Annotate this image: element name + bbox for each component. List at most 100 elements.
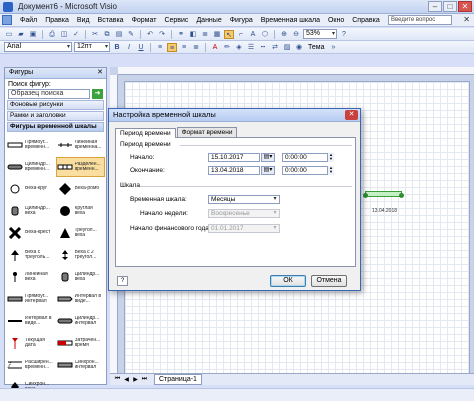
shape-item[interactable]: Расширен... временн...: [7, 356, 55, 374]
new-icon[interactable]: ▭: [4, 30, 14, 39]
save-icon[interactable]: ▣: [28, 30, 38, 39]
help-icon[interactable]: ?: [339, 30, 349, 39]
tab-time-period[interactable]: Период времени: [115, 128, 176, 138]
shape-item[interactable]: Веха с треуголь...: [7, 246, 55, 264]
menu-help[interactable]: Справка: [348, 17, 383, 24]
line-pattern-icon[interactable]: ┅: [258, 43, 268, 52]
shape-item[interactable]: Цилиндр... интервал: [57, 312, 105, 330]
undo-icon[interactable]: ↶: [145, 30, 155, 39]
toolbar-options-icon[interactable]: »: [328, 43, 338, 52]
fill-color-icon[interactable]: ◈: [234, 43, 244, 52]
italic-icon[interactable]: I: [124, 43, 134, 52]
search-go-icon[interactable]: ➜: [92, 89, 103, 99]
last-page-icon[interactable]: ⏭: [141, 376, 148, 383]
line-ends-icon[interactable]: ⇄: [270, 43, 280, 52]
shape-item[interactable]: Треугол... веха: [57, 224, 105, 242]
align-center-icon[interactable]: ≡: [167, 42, 177, 52]
shape-item[interactable]: Линейная временна...: [57, 136, 105, 154]
maximize-button[interactable]: □: [443, 1, 457, 12]
align-right-icon[interactable]: ≡: [179, 43, 189, 52]
shape-item[interactable]: Цилиндр... веха: [57, 268, 105, 286]
end-calendar-icon[interactable]: ▤▾: [261, 166, 275, 175]
stencil-timeline-shapes[interactable]: Фигуры временной шкалы: [7, 122, 104, 132]
cut-icon[interactable]: ✂: [90, 30, 100, 39]
shape-item[interactable]: Прямоуг... временн...: [7, 136, 55, 154]
first-page-icon[interactable]: ⏮: [114, 376, 121, 383]
timeline-shape[interactable]: [363, 191, 404, 198]
data-icon[interactable]: ▦: [212, 30, 222, 39]
timescale-select[interactable]: Месяцы ▾: [208, 195, 280, 204]
shape-item-selected[interactable]: Разделен... временн...: [55, 157, 105, 177]
text-tool-icon[interactable]: A: [248, 30, 258, 39]
end-time-spinner-icon[interactable]: ▲ ▼: [327, 166, 334, 175]
shape-item[interactable]: Цилиндр... веха: [7, 202, 55, 220]
close-document-icon[interactable]: ✕: [463, 15, 470, 25]
shape-item[interactable]: Веха-круг: [7, 180, 55, 198]
page-tab[interactable]: Страница-1: [154, 374, 202, 385]
font-color-icon[interactable]: A: [210, 43, 220, 52]
menu-tools[interactable]: Сервис: [160, 17, 192, 24]
cancel-button[interactable]: Отмена: [311, 275, 347, 287]
shadow-icon[interactable]: ▨: [282, 43, 292, 52]
zoom-in-icon[interactable]: ⊕: [279, 30, 289, 39]
connector-icon[interactable]: ⌐: [236, 30, 246, 39]
shape-item[interactable]: Интервал в виде...: [7, 312, 55, 330]
shape-item[interactable]: Веха с 2 треугол...: [57, 246, 105, 264]
layers-icon[interactable]: ≣: [200, 30, 210, 39]
close-panel-icon[interactable]: ✕: [97, 68, 103, 78]
menu-data[interactable]: Данные: [192, 17, 225, 24]
shapes-window-icon[interactable]: ◧: [188, 30, 198, 39]
stencil-backgrounds[interactable]: Фоновые рисунки: [7, 100, 104, 110]
ok-button[interactable]: ОК: [270, 275, 306, 287]
copy-icon[interactable]: ⧉: [102, 30, 112, 39]
line-weight-icon[interactable]: ☰: [246, 43, 256, 52]
shape-item[interactable]: Затрачен... время: [57, 334, 105, 352]
prev-page-icon[interactable]: ◀: [123, 376, 130, 383]
menu-view[interactable]: Вид: [73, 17, 94, 24]
end-date-field[interactable]: 13.04.2018: [208, 166, 260, 175]
drawing-tools-icon[interactable]: ⬡: [260, 30, 270, 39]
shape-item[interactable]: Веха-крест: [7, 224, 55, 242]
dialog-help-icon[interactable]: ?: [117, 276, 128, 286]
shape-item[interactable]: Интервал в виде...: [57, 290, 105, 308]
menu-shape[interactable]: Фигура: [226, 17, 257, 24]
paste-icon[interactable]: ▤: [114, 30, 124, 39]
pointer-tool-icon[interactable]: ↖: [224, 29, 234, 39]
shape-item[interactable]: Цилиндр... временн...: [7, 158, 55, 176]
stencil-borders-titles[interactable]: Рамки и заголовки: [7, 111, 104, 121]
timeline-end-handle[interactable]: [399, 193, 404, 198]
align-left-icon[interactable]: ≡: [155, 43, 165, 52]
open-icon[interactable]: ▰: [16, 30, 26, 39]
shape-item[interactable]: Веха-ромб: [57, 180, 105, 198]
shape-item[interactable]: Текущая дата: [7, 334, 55, 352]
theme-label[interactable]: Тема: [306, 44, 326, 51]
font-size-select[interactable]: 12пт: [74, 42, 110, 52]
shape-item[interactable]: Прямоуг... интервал: [7, 290, 55, 308]
justify-icon[interactable]: ≣: [191, 43, 201, 52]
bold-icon[interactable]: B: [112, 43, 122, 52]
line-color-icon[interactable]: ✏: [222, 43, 232, 52]
shape-search-input[interactable]: Образец поиска: [8, 89, 90, 99]
shape-item[interactable]: Круглая веха: [57, 202, 105, 220]
menu-file[interactable]: Файл: [16, 17, 41, 24]
redo-icon[interactable]: ↷: [157, 30, 167, 39]
tab-time-format[interactable]: Формат времени: [176, 127, 238, 137]
shape-item[interactable]: Линейная веха: [7, 268, 55, 286]
shape-item[interactable]: Синхрон... интервал: [57, 356, 105, 374]
menu-edit[interactable]: Правка: [41, 17, 73, 24]
underline-icon[interactable]: U: [136, 43, 146, 52]
menu-timeline[interactable]: Временная шкала: [257, 17, 324, 24]
zoom-out-icon[interactable]: ⊖: [291, 30, 301, 39]
spelling-icon[interactable]: ✓: [71, 30, 81, 39]
preview-icon[interactable]: ◫: [59, 30, 69, 39]
theme-icon[interactable]: ◉: [294, 43, 304, 52]
start-calendar-icon[interactable]: ▤▾: [261, 153, 275, 162]
close-window-button[interactable]: ✕: [458, 1, 472, 12]
menu-window[interactable]: Окно: [324, 17, 348, 24]
hyperlink-icon[interactable]: ⚭: [176, 30, 186, 39]
print-icon[interactable]: ⎙: [47, 30, 57, 39]
minimize-button[interactable]: –: [428, 1, 442, 12]
dialog-close-button[interactable]: ✕: [345, 110, 358, 120]
help-question-input[interactable]: Введите вопрос: [388, 15, 452, 25]
next-page-icon[interactable]: ▶: [132, 376, 139, 383]
